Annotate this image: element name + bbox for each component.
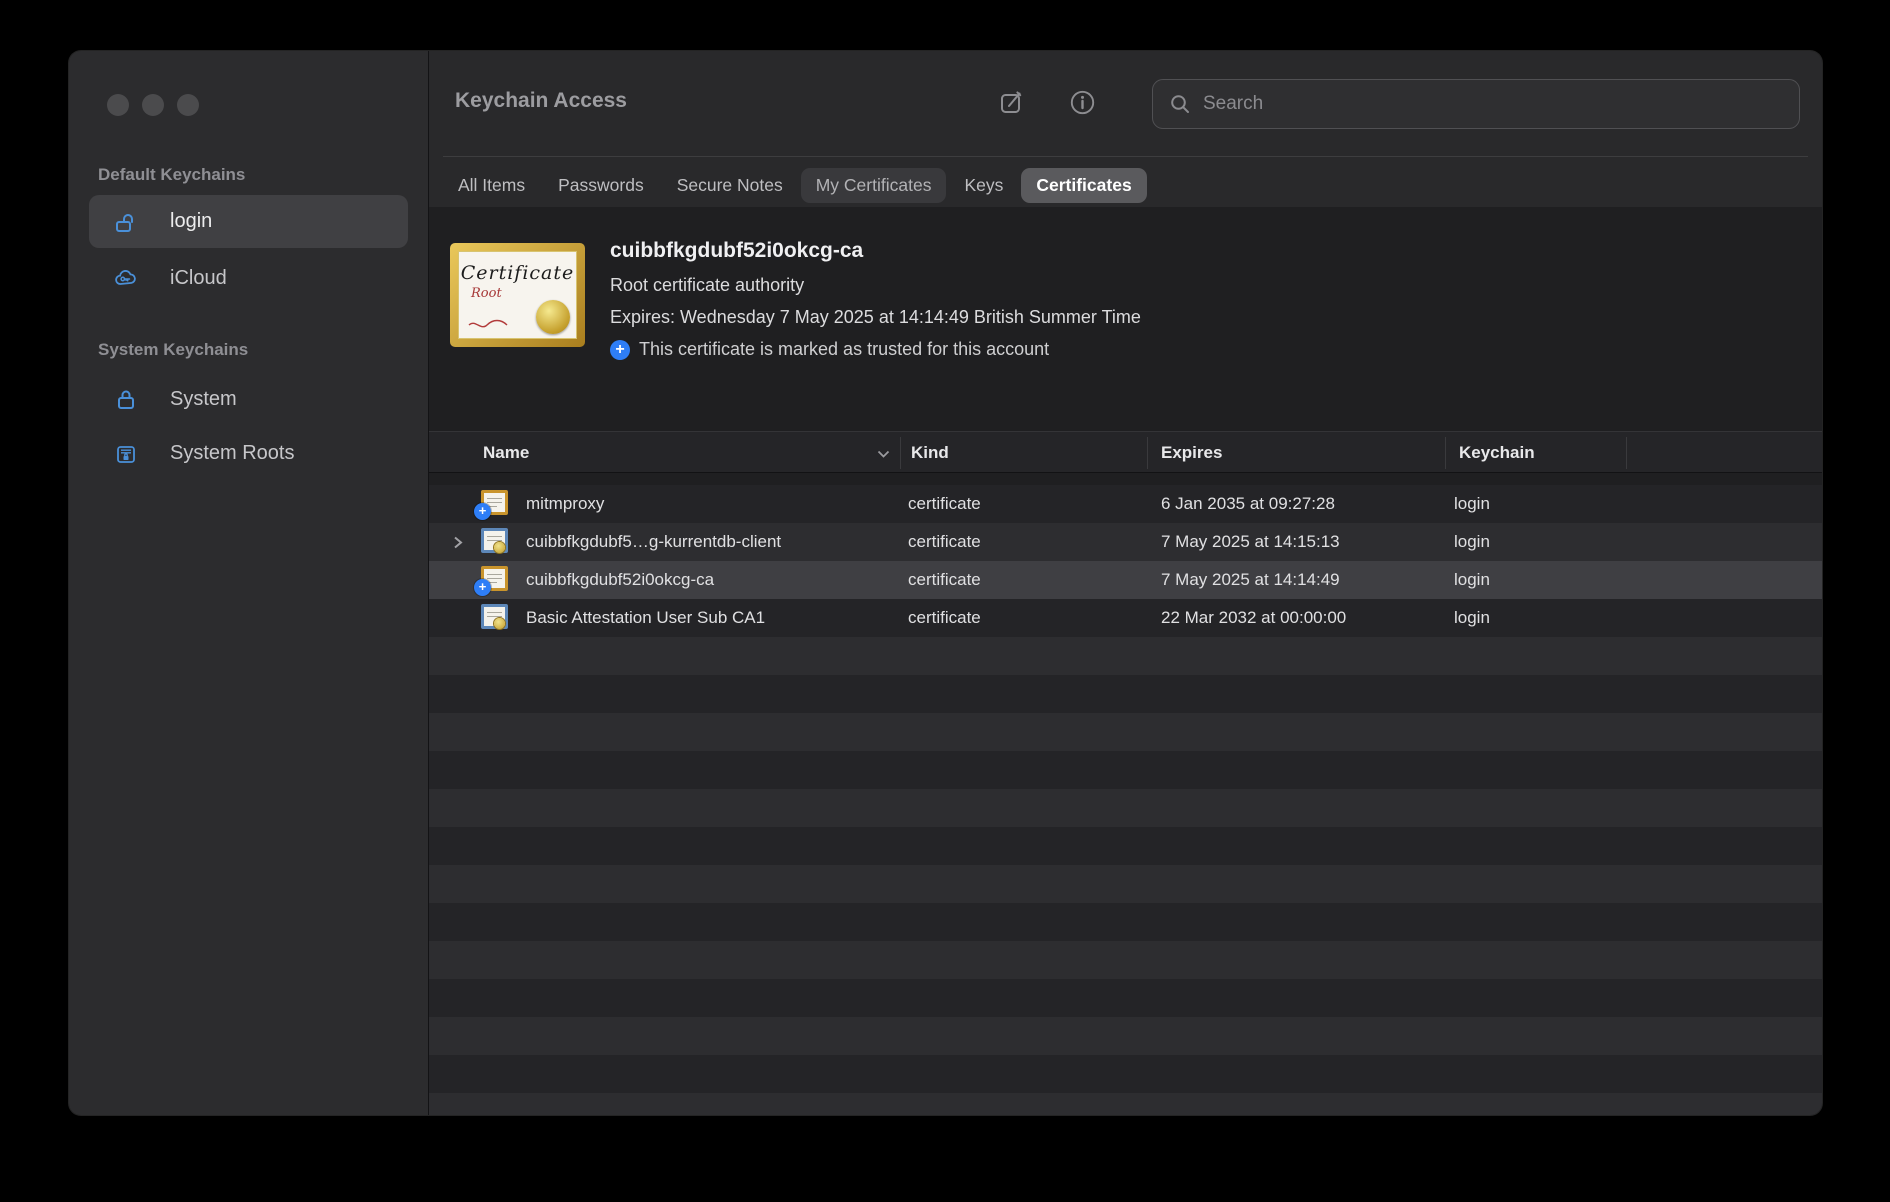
certificate-icon-script: Certificate — [459, 262, 576, 284]
certificate-root-plus-badge-icon: + — [481, 490, 508, 515]
row-kind: certificate — [908, 561, 981, 599]
row-kind: certificate — [908, 523, 981, 561]
info-icon[interactable] — [1069, 89, 1096, 116]
sidebar-item-system[interactable]: System — [89, 377, 408, 421]
row-expires: 6 Jan 2035 at 09:27:28 — [1161, 485, 1335, 523]
sidebar: Default Keychains login iCloud System Ke… — [69, 51, 429, 1115]
certificate-seal-icon — [481, 604, 508, 629]
page-title: Keychain Access — [455, 89, 627, 113]
tab-certificates[interactable]: Certificates — [1021, 168, 1146, 203]
row-keychain: login — [1454, 523, 1490, 561]
table-header: Name Kind Expires Keychain — [429, 431, 1822, 473]
row-expires: 7 May 2025 at 14:14:49 — [1161, 561, 1340, 599]
column-header-name[interactable]: Name — [483, 432, 529, 474]
row-expires: 22 Mar 2032 at 00:00:00 — [1161, 599, 1346, 637]
tab-keys[interactable]: Keys — [949, 168, 1018, 203]
row-name: mitmproxy — [526, 485, 604, 523]
keychain-access-window: Default Keychains login iCloud System Ke… — [69, 51, 1822, 1115]
row-name: cuibbfkgdubf5…g-kurrentdb-client — [526, 523, 781, 561]
row-keychain: login — [1454, 485, 1490, 523]
zoom-window-button[interactable] — [177, 94, 199, 116]
chevron-right-icon[interactable] — [453, 536, 463, 549]
toolbar: Keychain Access All Items Passw — [429, 51, 1822, 207]
compose-icon[interactable] — [998, 89, 1025, 116]
table-row-selected[interactable]: + cuibbfkgdubf52i0okcg-ca certificate 7 … — [429, 561, 1822, 599]
sidebar-item-label: login — [170, 210, 212, 233]
column-divider[interactable] — [1445, 437, 1446, 469]
toolbar-divider — [443, 156, 1808, 157]
sidebar-item-system-roots[interactable]: System Roots — [89, 431, 408, 475]
column-header-kind[interactable]: Kind — [911, 432, 949, 474]
tab-passwords[interactable]: Passwords — [543, 168, 659, 203]
row-kind: certificate — [908, 599, 981, 637]
certificate-subtitle: Root certificate authority — [610, 275, 804, 296]
search-input[interactable] — [1201, 92, 1765, 116]
table-row[interactable]: cuibbfkgdubf5…g-kurrentdb-client certifi… — [429, 523, 1822, 561]
tab-bar: All Items Passwords Secure Notes My Cert… — [443, 167, 1147, 204]
chevron-down-icon — [877, 450, 890, 459]
sidebar-item-icloud[interactable]: iCloud — [89, 256, 408, 300]
blue-plus-badge-icon: + — [610, 340, 630, 360]
column-divider[interactable] — [1147, 437, 1148, 469]
locked-padlock-icon — [113, 386, 139, 412]
certificate-seal-icon — [481, 528, 508, 553]
column-header-keychain[interactable]: Keychain — [1459, 432, 1535, 474]
search-field[interactable] — [1152, 79, 1800, 129]
sidebar-item-label: System Roots — [170, 442, 294, 465]
column-header-expires[interactable]: Expires — [1161, 432, 1222, 474]
search-icon — [1169, 93, 1191, 115]
table-row[interactable]: + mitmproxy certificate 6 Jan 2035 at 09… — [429, 485, 1822, 523]
cloud-key-icon — [113, 265, 139, 291]
close-window-button[interactable] — [107, 94, 129, 116]
empty-list-stripes — [429, 637, 1822, 1115]
certificate-icon-root-label: Root — [471, 286, 576, 301]
sidebar-item-label: System — [170, 388, 237, 411]
column-divider[interactable] — [900, 437, 901, 469]
column-divider[interactable] — [1626, 437, 1627, 469]
row-name: Basic Attestation User Sub CA1 — [526, 599, 765, 637]
row-name: cuibbfkgdubf52i0okcg-ca — [526, 561, 714, 599]
tab-all-items[interactable]: All Items — [443, 168, 540, 203]
main-pane: Keychain Access All Items Passw — [429, 51, 1822, 1115]
certificate-trust-status: + This certificate is marked as trusted … — [610, 339, 1049, 360]
certificate-name: cuibbfkgdubf52i0okcg-ca — [610, 239, 863, 263]
minimize-window-button[interactable] — [142, 94, 164, 116]
row-keychain: login — [1454, 561, 1490, 599]
unlocked-padlock-icon — [113, 209, 139, 235]
certificate-root-plus-badge-icon: + — [481, 566, 508, 591]
table-row[interactable]: Basic Attestation User Sub CA1 certifica… — [429, 599, 1822, 637]
certificate-list: + mitmproxy certificate 6 Jan 2035 at 09… — [429, 485, 1822, 1115]
sidebar-section-system-keychains: System Keychains — [98, 340, 248, 360]
trust-text: This certificate is marked as trusted fo… — [639, 339, 1049, 360]
sidebar-item-label: iCloud — [170, 267, 227, 290]
row-kind: certificate — [908, 485, 981, 523]
gold-seal-icon — [536, 300, 570, 334]
lock-box-icon — [113, 440, 139, 466]
certificate-expiry: Expires: Wednesday 7 May 2025 at 14:14:4… — [610, 307, 1141, 328]
row-keychain: login — [1454, 599, 1490, 637]
sidebar-item-login[interactable]: login — [89, 195, 408, 248]
row-expires: 7 May 2025 at 14:15:13 — [1161, 523, 1340, 561]
tab-secure-notes[interactable]: Secure Notes — [662, 168, 798, 203]
certificate-large-icon: Certificate Root — [450, 243, 585, 347]
red-flourish — [467, 318, 509, 332]
tab-my-certificates[interactable]: My Certificates — [801, 168, 947, 203]
sidebar-section-default-keychains: Default Keychains — [98, 165, 245, 185]
